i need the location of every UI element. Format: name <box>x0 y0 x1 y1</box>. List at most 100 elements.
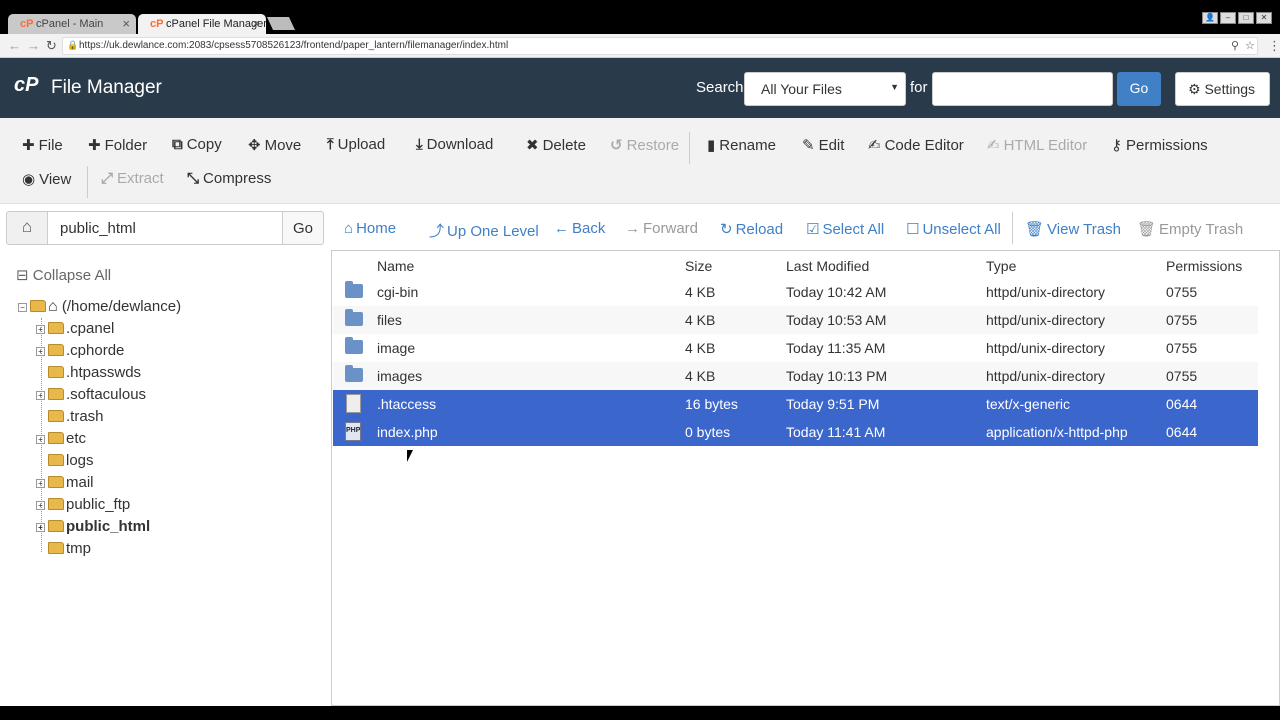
file-permissions: 0644 <box>1166 396 1198 412</box>
new-folder-button[interactable]: ✚ Folder <box>88 136 147 154</box>
folder-icon <box>48 322 64 334</box>
path-input[interactable]: public_html <box>47 211 283 245</box>
directory-tree: ⊟ Collapse All − ⌂ (/home/dewlance) + .cpa… <box>0 250 331 706</box>
bookmark-star-icon[interactable]: ☆ <box>1245 39 1255 52</box>
expand-toggle-icon[interactable]: + <box>36 435 45 444</box>
browser-back-icon[interactable]: ← <box>8 38 21 53</box>
delete-button[interactable]: ✖ Delete <box>526 136 586 154</box>
rename-button[interactable]: ▮ Rename <box>707 136 776 154</box>
upload-button[interactable]: ⤒ Upload <box>327 136 385 153</box>
close-icon[interactable]: × <box>122 16 130 31</box>
path-bar: ⌂ public_html Go ⌂ Home ⤴ Up One Level ← Ba… <box>0 204 1280 250</box>
expand-toggle-icon[interactable]: + <box>36 325 45 334</box>
table-row[interactable]: images 4 KB Today 10:13 PM httpd/unix-di… <box>333 362 1258 390</box>
tree-item[interactable]: + public_ftp <box>36 496 130 513</box>
home-button[interactable]: ⌂ Home <box>344 220 396 237</box>
search-scope-value: All Your Files <box>761 81 842 97</box>
checkbox-checked-icon: ☑ <box>806 221 820 238</box>
compress-icon: ⤡ <box>187 170 200 187</box>
tree-item[interactable]: logs <box>36 452 94 469</box>
tree-item[interactable]: + mail <box>36 474 94 491</box>
view-trash-button[interactable]: 🗑 View Trash <box>1025 220 1121 238</box>
view-button[interactable]: ◉ View <box>22 170 71 188</box>
tree-item[interactable]: + .softaculous <box>36 386 146 403</box>
extract-label: Extract <box>117 170 164 187</box>
code-editor-button[interactable]: ✍ Code Editor <box>868 136 964 154</box>
search-label: Search <box>696 79 744 96</box>
app-header: cP File Manager Search All Your Files ▼ … <box>0 58 1280 118</box>
browser-tab-file-manager[interactable]: cP cPanel File Manager v3 × <box>138 14 266 34</box>
tree-root[interactable]: − ⌂ (/home/dewlance) <box>18 298 181 316</box>
table-row[interactable]: image 4 KB Today 11:35 AM httpd/unix-dir… <box>333 334 1258 362</box>
back-button[interactable]: ← Back <box>554 220 605 237</box>
file-icon: ▮ <box>707 137 716 154</box>
unselect-all-button[interactable]: ☐ Unselect All <box>906 220 1001 238</box>
browser-menu-icon[interactable]: ⋮ <box>1268 38 1280 54</box>
permissions-button[interactable]: ⚷ Permissions <box>1111 136 1208 154</box>
file-toolbar: ✚ File ✚ Folder ⧉ Copy ✥ Move ⤒ Upload ⤓ Downl… <box>0 118 1280 204</box>
table-row[interactable]: cgi-bin 4 KB Today 10:42 AM httpd/unix-d… <box>333 278 1258 306</box>
tree-item[interactable]: + .cpanel <box>36 320 114 337</box>
browser-forward-icon[interactable]: → <box>27 38 40 53</box>
search-input[interactable] <box>932 72 1113 106</box>
tree-item[interactable]: .htpasswds <box>36 364 141 381</box>
expand-toggle-icon[interactable]: + <box>36 501 45 510</box>
table-row[interactable]: files 4 KB Today 10:53 AM httpd/unix-dir… <box>333 306 1258 334</box>
copy-button[interactable]: ⧉ Copy <box>172 136 222 153</box>
download-button[interactable]: ⤓ Download <box>416 136 493 153</box>
html-editor-label: HTML Editor <box>1003 137 1088 154</box>
column-header-size[interactable]: Size <box>685 258 712 274</box>
tree-item[interactable]: tmp <box>36 540 91 557</box>
tree-item[interactable]: .trash <box>36 408 104 425</box>
collapse-toggle-icon[interactable]: − <box>18 303 27 312</box>
expand-toggle-icon[interactable]: + <box>36 347 45 356</box>
tree-item[interactable]: + etc <box>36 430 86 447</box>
key-icon: ⚷ <box>1111 137 1122 154</box>
zoom-icon[interactable]: ⚲ <box>1231 39 1239 52</box>
new-file-button[interactable]: ✚ File <box>22 136 63 154</box>
html-editor-button[interactable]: ✍ HTML Editor <box>987 136 1087 154</box>
search-scope-select[interactable]: All Your Files ▼ <box>744 72 906 106</box>
settings-button[interactable]: ⚙ Settings <box>1175 72 1270 106</box>
expand-toggle-icon[interactable]: + <box>36 479 45 488</box>
move-button[interactable]: ✥ Move <box>248 136 301 154</box>
browser-reload-icon[interactable]: ↻ <box>46 38 57 54</box>
url-field[interactable]: 🔒 https://uk.dewlance.com:2083/cpsess570… <box>62 37 1258 55</box>
reload-button[interactable]: ↻ Reload <box>720 220 783 238</box>
table-row-selected[interactable]: .htaccess 16 bytes Today 9:51 PM text/x-… <box>333 390 1258 418</box>
browser-tab-cpanel-main[interactable]: cP cPanel - Main × <box>8 14 136 34</box>
collapse-all-button[interactable]: ⊟ Collapse All <box>16 266 111 284</box>
rename-label: Rename <box>719 137 776 154</box>
maximize-icon[interactable]: □ <box>1238 12 1254 24</box>
new-tab-button[interactable] <box>266 17 296 30</box>
column-header-type[interactable]: Type <box>986 258 1016 274</box>
expand-toggle-icon[interactable]: + <box>36 391 45 400</box>
column-header-permissions[interactable]: Permissions <box>1166 258 1242 274</box>
tree-item[interactable]: + .cphorde <box>36 342 124 359</box>
restore-button[interactable]: ↺ Restore <box>610 136 679 154</box>
column-header-name[interactable]: Name <box>377 258 414 274</box>
close-window-icon[interactable]: ✕ <box>1256 12 1272 24</box>
home-directory-button[interactable]: ⌂ <box>6 211 48 245</box>
select-all-button[interactable]: ☑ Select All <box>806 220 884 238</box>
up-one-level-button[interactable]: ⤴ Up One Level <box>429 220 539 241</box>
gear-icon: ⚙ <box>1188 81 1201 97</box>
compress-button[interactable]: ⤡ Compress <box>187 170 271 187</box>
screen: cP cPanel - Main × cP cPanel File Manage… <box>0 0 1280 720</box>
tree-item-current[interactable]: + public_html <box>36 518 150 535</box>
table-row-selected[interactable]: PHP index.php 0 bytes Today 11:41 AM app… <box>333 418 1258 446</box>
folder-icon <box>345 365 363 382</box>
upload-icon: ⤒ <box>327 136 334 153</box>
empty-trash-button[interactable]: 🗑 Empty Trash <box>1137 220 1243 238</box>
expand-toggle-icon[interactable]: + <box>36 523 45 532</box>
search-go-button[interactable]: Go <box>1117 72 1161 106</box>
forward-button[interactable]: → Forward <box>625 220 698 237</box>
minimize-icon[interactable]: – <box>1220 12 1236 24</box>
path-go-button[interactable]: Go <box>282 211 324 245</box>
user-icon[interactable]: 👤 <box>1202 12 1218 24</box>
extract-button[interactable]: ⤢ Extract <box>101 170 164 187</box>
close-icon[interactable]: × <box>252 16 260 31</box>
tree-item-label: tmp <box>66 540 92 557</box>
column-header-last-modified[interactable]: Last Modified <box>786 258 869 274</box>
edit-button[interactable]: ✎ Edit <box>802 136 844 154</box>
